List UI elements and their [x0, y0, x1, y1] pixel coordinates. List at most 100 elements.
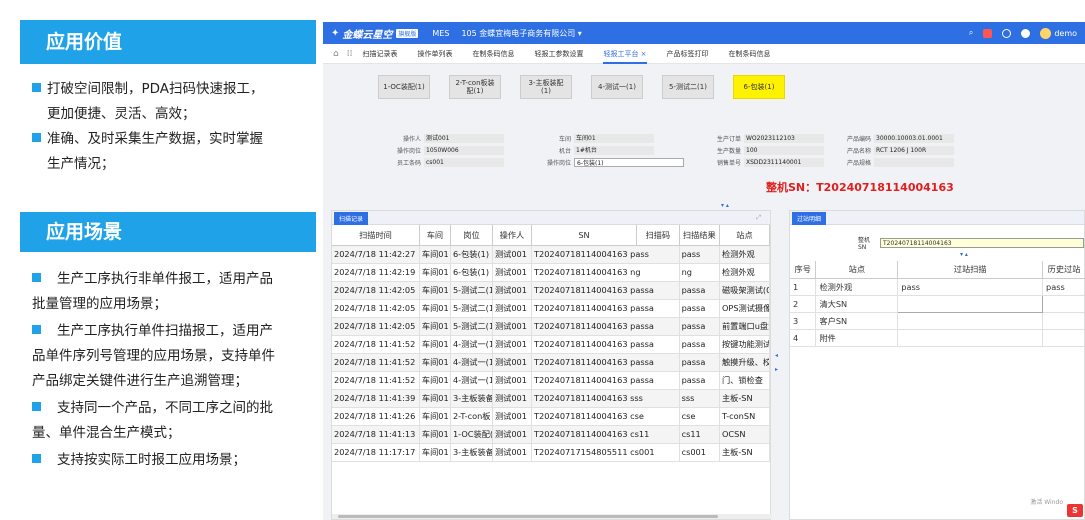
station-step-6[interactable]: 6-包装(1): [733, 75, 785, 99]
column-header[interactable]: SN: [531, 225, 637, 246]
scan-input-cell[interactable]: [897, 312, 1044, 330]
field-value[interactable]: RCT 1206 J 100R: [874, 146, 954, 155]
column-header[interactable]: 扫描时间: [332, 225, 420, 246]
scan-input-cell[interactable]: [897, 329, 1044, 347]
bullet-text: 打破空间限制，PDA扫码快速报工，: [47, 81, 264, 97]
horizontal-scrollbar[interactable]: [332, 514, 772, 519]
column-header[interactable]: 历史过站: [1042, 261, 1085, 279]
column-header[interactable]: 扫描结果: [679, 225, 720, 246]
column-header[interactable]: 操作人: [492, 225, 532, 246]
field-value[interactable]: 6-包装(1): [574, 158, 684, 167]
table-cell: 客户SN: [815, 312, 899, 330]
table-row[interactable]: 2024/7/18 11:41:26 车间01 2-T-con板 测试001 T2024…: [332, 407, 771, 426]
table-cell: T20240718114004163 passa: [531, 335, 680, 354]
form-field: 操作岗位 1050W006: [383, 146, 504, 155]
table-cell: 2-T-con板: [450, 407, 493, 426]
table-row[interactable]: 2024/7/18 11:41:52 车间01 4-测试一(1 测试001 T20240…: [332, 371, 771, 390]
field-value[interactable]: 1#机台: [574, 146, 654, 155]
home-icon[interactable]: ⌂: [333, 49, 339, 59]
table-cell: 车间01: [419, 299, 451, 318]
column-header[interactable]: 扫描码: [636, 225, 680, 246]
table-row[interactable]: 2024/7/18 11:42:05 车间01 5-测试二(1 测试001 T20240…: [332, 317, 771, 336]
scan-input-cell[interactable]: [897, 294, 1044, 313]
table-cell: 测试001: [492, 371, 532, 390]
column-header[interactable]: 站点: [815, 261, 899, 279]
table-row[interactable]: 2024/7/18 11:42:05 车间01 5-测试二(1 测试001 T20240…: [332, 299, 771, 318]
table-row[interactable]: 2024/7/18 11:42:27 车间01 6-包装(1) 测试001 T20240…: [332, 245, 771, 264]
table-cell: T20240718114004163 passa: [531, 353, 680, 372]
scan-input-cell[interactable]: pass: [897, 278, 1044, 296]
user-name[interactable]: demo: [1054, 29, 1077, 38]
column-header[interactable]: 序号: [790, 261, 817, 279]
ime-icon[interactable]: S: [1067, 504, 1083, 517]
tab-0[interactable]: 扫描记录表: [362, 44, 397, 64]
settings-icon[interactable]: [1021, 28, 1031, 38]
field-value[interactable]: 车间01: [574, 134, 654, 143]
column-header[interactable]: 过站扫描: [897, 261, 1044, 279]
rp-sn-input[interactable]: T20240718114004163: [880, 238, 1084, 248]
square-bullet-icon: [32, 402, 41, 411]
splitter-arrows-icon[interactable]: ◂ ▸: [775, 352, 778, 373]
table-cell: 测试001: [492, 389, 532, 408]
table-cell: 测试001: [492, 281, 532, 300]
collapse-icon-2[interactable]: ▾ ▴: [960, 251, 968, 258]
bell-icon[interactable]: [983, 28, 993, 38]
table-row[interactable]: 2024/7/18 11:41:52 车间01 4-测试一(1 测试001 T20240…: [332, 335, 771, 354]
field-label: 销售单号: [716, 160, 741, 167]
table-row[interactable]: 2024/7/18 11:41:52 车间01 4-测试一(1 测试001 T20240…: [332, 353, 771, 372]
table-row[interactable]: 2024/7/18 11:42:05 车间01 5-测试二(1 测试001 T20240…: [332, 281, 771, 300]
tab-2[interactable]: 在制条码信息: [472, 44, 514, 64]
field-value[interactable]: 1050W006: [424, 146, 504, 155]
field-value[interactable]: cs001: [424, 158, 504, 167]
field-value[interactable]: XSDD2311140001: [744, 158, 824, 167]
column-header[interactable]: 站点: [719, 225, 771, 246]
tab-3[interactable]: 轻报工参数设置: [534, 44, 583, 64]
field-value[interactable]: WO2023112103: [744, 134, 824, 143]
step-label: 1-OC装配(1): [383, 83, 425, 91]
station-step-3[interactable]: 3-主板装配 (1): [520, 75, 572, 99]
table-row[interactable]: 3 客户SN: [790, 312, 1085, 330]
field-value[interactable]: [874, 158, 954, 167]
pass-detail-table: 序号 站点 过站扫描 历史过站 1 检测外观 pass pass 2 清大SN 3 客户SN 4 附件: [790, 261, 1085, 347]
bullet-line: 批量管理的应用场景；: [32, 292, 316, 317]
table-row[interactable]: 2024/7/18 11:17:17 车间01 3-主板装备 测试001 T202407…: [332, 443, 771, 462]
expand-icon[interactable]: ⤢: [751, 212, 766, 224]
form-field: 员工条码 cs001: [383, 158, 504, 167]
field-label: 产品规格: [846, 160, 871, 167]
tab-4[interactable]: 轻报工平台 ×: [603, 44, 647, 64]
module-name[interactable]: MES: [432, 29, 449, 38]
collapse-icon[interactable]: ▾ ▴: [721, 202, 729, 209]
table-row[interactable]: 2024/7/18 11:42:19 车间01 6-包装(1) 测试001 T20240…: [332, 263, 771, 282]
field-value[interactable]: 测试001: [424, 134, 504, 143]
bullet-item: 生产工序执行单件扫描报工，适用产 品单件序列号管理的应用场景，支持单件 产品绑定关键…: [32, 319, 316, 394]
bullet-line: 支持按实际工时报工应用场景；: [32, 448, 316, 473]
rp-sn-row: 整机SN T20240718114004163: [858, 235, 1084, 251]
table-row[interactable]: 1 检测外观 pass pass: [790, 278, 1085, 296]
org-selector[interactable]: 105 金蝶宜梅电子商务有限公司 ▾: [461, 28, 581, 39]
tab-1[interactable]: 操作单列表: [417, 44, 452, 64]
table-row[interactable]: 2 清大SN: [790, 294, 1085, 313]
table-row[interactable]: 4 附件: [790, 329, 1085, 347]
bullet-text: 批量管理的应用场景；: [32, 296, 167, 312]
table-cell: 车间01: [419, 263, 451, 282]
station-step-5[interactable]: 5-测试二(1): [662, 75, 714, 99]
station-step-2[interactable]: 2-T-con板装 配(1): [449, 75, 501, 99]
table-cell: passa: [679, 371, 720, 390]
help-icon[interactable]: [1002, 28, 1012, 38]
step-label: 6-包装(1): [743, 83, 775, 91]
avatar[interactable]: [1040, 27, 1052, 39]
table-row[interactable]: 2024/7/18 11:41:39 车间01 3-主板装备 测试001 T202407…: [332, 389, 771, 408]
field-value[interactable]: 100: [744, 146, 824, 155]
table-cell: 2024/7/18 11:41:39: [332, 389, 420, 408]
table-cell: 2: [790, 295, 817, 313]
tab-5[interactable]: 产品标签打印: [667, 44, 709, 64]
field-value[interactable]: 30000.10003.01.0001: [874, 134, 954, 143]
column-header[interactable]: 岗位: [450, 225, 493, 246]
column-header[interactable]: 车间: [419, 225, 451, 246]
table-row[interactable]: 2024/7/18 11:41:13 车间01 1-OC装配(测试001 T20240…: [332, 425, 771, 444]
search-icon[interactable]: ⌕: [969, 28, 973, 38]
tab-6[interactable]: 在制条码信息: [729, 44, 771, 64]
station-step-4[interactable]: 4-测试一(1): [591, 75, 643, 99]
station-step-1[interactable]: 1-OC装配(1): [378, 75, 430, 99]
table-cell: 按键功能测试: [719, 335, 771, 354]
